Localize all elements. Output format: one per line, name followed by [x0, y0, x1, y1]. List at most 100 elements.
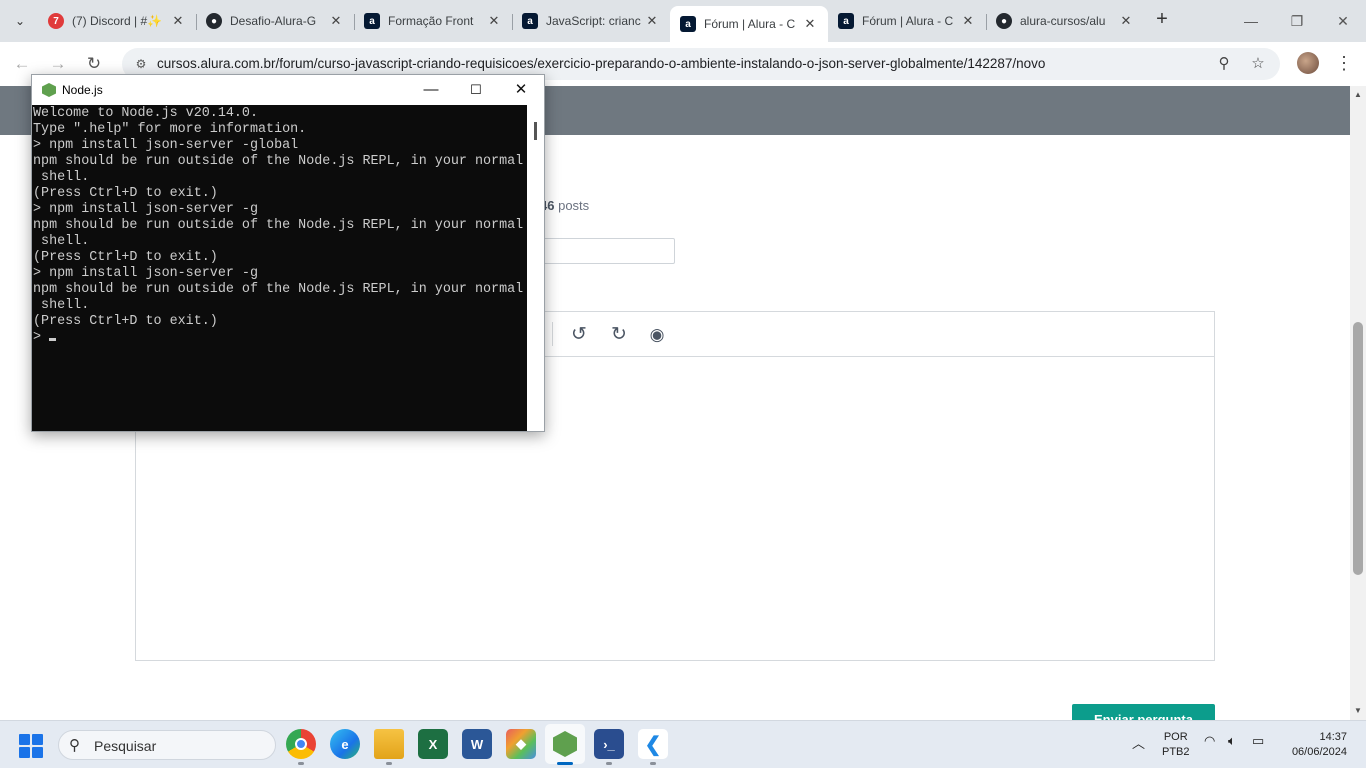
console-scroll-thumb[interactable] — [534, 122, 537, 140]
console-line: Type ".help" for more information. — [33, 122, 307, 137]
console-line: shell. — [33, 170, 90, 185]
toolbar-divider — [552, 322, 553, 346]
git-icon[interactable]: ◆ — [506, 729, 536, 759]
nodejs-console-window[interactable]: Node.js — ☐ ✕ Welcome to Node.js v20.14.… — [31, 74, 545, 432]
tab-close-icon[interactable]: ✕ — [328, 13, 344, 29]
taskbar-search[interactable]: ⚲ Pesquisar — [58, 730, 276, 760]
restore-button[interactable]: ❐ — [1274, 8, 1320, 34]
console-output[interactable]: Welcome to Node.js v20.14.0. Type ".help… — [32, 105, 527, 431]
tab-title: alura-cursos/alu — [1020, 14, 1106, 28]
maximize-button[interactable]: ☐ — [453, 78, 499, 102]
running-indicator — [557, 762, 573, 765]
scroll-up-icon[interactable]: ▲ — [1350, 88, 1366, 102]
tab-search-menu-button[interactable]: ⌄ — [6, 8, 34, 34]
new-tab-button[interactable]: + — [1150, 8, 1174, 32]
running-indicator — [650, 762, 656, 765]
tab-close-icon[interactable]: ✕ — [802, 16, 818, 32]
search-icon: ⚲ — [69, 737, 80, 754]
window-title-bar[interactable]: Node.js — ☐ ✕ — [32, 75, 544, 105]
url-text[interactable]: cursos.alura.com.br/forum/curso-javascri… — [157, 56, 1045, 71]
scroll-thumb[interactable] — [1353, 322, 1363, 575]
alura-icon: a — [364, 13, 380, 29]
close-window-button[interactable]: ✕ — [1320, 8, 1366, 34]
prompt-symbol: > — [33, 330, 50, 345]
nodejs-icon — [42, 83, 56, 97]
submit-question-button[interactable]: Enviar pergunta — [1072, 704, 1215, 720]
console-line: > npm install json-server -global — [33, 138, 299, 153]
text-cursor — [49, 338, 57, 341]
windows-taskbar: ⚲ Pesquisar e X W ◆ ›_ ❮ ︿ POR PTB2 ◠ 🔈︎… — [0, 720, 1366, 768]
preview-eye-icon[interactable]: ◉ — [646, 324, 668, 346]
alura-icon: a — [680, 16, 696, 32]
tab-close-icon[interactable]: ✕ — [1118, 13, 1134, 29]
wifi-icon[interactable]: ◠ — [1204, 733, 1215, 749]
browser-tab[interactable]: 7 (7) Discord | #✨ ✕ — [38, 6, 196, 36]
forward-icon[interactable]: → — [46, 52, 70, 76]
posts-count: 46 posts — [540, 198, 590, 213]
tab-close-icon[interactable]: ✕ — [960, 13, 976, 29]
console-line: (Press Ctrl+D to exit.) — [33, 314, 218, 329]
battery-icon[interactable]: ▭ — [1252, 733, 1264, 749]
browser-tab[interactable]: ● alura-cursos/alu ✕ — [986, 6, 1144, 36]
console-line: > npm install json-server -g — [33, 202, 258, 217]
input-language[interactable]: POR PTB2 — [1162, 730, 1190, 760]
search-placeholder: Pesquisar — [94, 738, 157, 754]
console-scrollbar[interactable] — [527, 105, 544, 431]
console-line: > npm install json-server -g — [33, 266, 258, 281]
tab-title: JavaScript: crianc — [546, 14, 641, 28]
alura-icon: a — [522, 13, 538, 29]
window-title: Node.js — [62, 83, 103, 97]
alura-icon: a — [838, 13, 854, 29]
back-icon[interactable]: ← — [10, 52, 34, 76]
discord-icon: 7 — [48, 13, 64, 29]
windows-start-icon[interactable] — [19, 734, 43, 758]
chevron-up-icon[interactable]: ︿ — [1132, 733, 1145, 752]
zoom-icon[interactable]: ⚲ — [1214, 54, 1234, 74]
tab-title: Fórum | Alura - C — [704, 17, 796, 31]
console-line: (Press Ctrl+D to exit.) — [33, 250, 218, 265]
powershell-icon[interactable]: ›_ — [594, 729, 624, 759]
running-indicator — [298, 762, 304, 765]
console-line: Welcome to Node.js v20.14.0. — [33, 106, 258, 121]
site-info-icon[interactable]: ⚙ — [132, 55, 150, 73]
minimize-button[interactable]: — — [1228, 8, 1274, 34]
redo-icon[interactable]: ↻ — [608, 324, 630, 346]
console-line: npm should be run outside of the Node.js… — [33, 154, 524, 169]
tab-title: Fórum | Alura - C — [862, 14, 954, 28]
profile-avatar[interactable] — [1297, 52, 1319, 74]
github-icon: ● — [206, 13, 222, 29]
question-title-input[interactable] — [540, 238, 675, 264]
console-line: shell. — [33, 298, 90, 313]
running-indicator — [606, 762, 612, 765]
word-icon[interactable]: W — [462, 729, 492, 759]
console-prompt[interactable]: > — [33, 330, 527, 346]
nodejs-icon[interactable] — [545, 724, 585, 764]
scroll-down-icon[interactable]: ▼ — [1350, 704, 1366, 718]
github-icon: ● — [996, 13, 1012, 29]
minimize-button[interactable]: — — [408, 78, 454, 102]
console-line: shell. — [33, 234, 90, 249]
system-clock[interactable]: 14:37 06/06/2024 — [1283, 730, 1347, 760]
volume-icon[interactable]: 🔈︎ — [1228, 733, 1236, 749]
excel-icon[interactable]: X — [418, 729, 448, 759]
browser-tab-bar: ⌄ 7 (7) Discord | #✨ ✕ ● Desafio-Alura-G… — [0, 0, 1366, 42]
bookmark-star-icon[interactable]: ☆ — [1248, 54, 1268, 74]
tab-title: (7) Discord | #✨ — [72, 14, 163, 28]
chrome-icon[interactable] — [286, 729, 316, 759]
browser-tab[interactable]: a JavaScript: crianc ✕ — [512, 6, 670, 36]
vscode-icon[interactable]: ❮ — [638, 729, 668, 759]
page-scrollbar[interactable]: ▲ ▼ — [1350, 86, 1366, 720]
tab-close-icon[interactable]: ✕ — [170, 13, 186, 29]
browser-tab[interactable]: a Fórum | Alura - C ✕ — [828, 6, 986, 36]
browser-menu-icon[interactable]: ⋮ — [1334, 52, 1354, 76]
tab-close-icon[interactable]: ✕ — [644, 13, 660, 29]
browser-tab-active[interactable]: a Fórum | Alura - C ✕ — [670, 6, 828, 42]
undo-icon[interactable]: ↺ — [568, 324, 590, 346]
close-button[interactable]: ✕ — [498, 78, 544, 102]
browser-tab[interactable]: ● Desafio-Alura-G ✕ — [196, 6, 354, 36]
tab-close-icon[interactable]: ✕ — [486, 13, 502, 29]
edge-icon[interactable]: e — [330, 729, 360, 759]
browser-tab[interactable]: a Formação Front ✕ — [354, 6, 512, 36]
file-explorer-icon[interactable] — [374, 729, 404, 759]
reload-icon[interactable]: ↻ — [82, 52, 106, 76]
